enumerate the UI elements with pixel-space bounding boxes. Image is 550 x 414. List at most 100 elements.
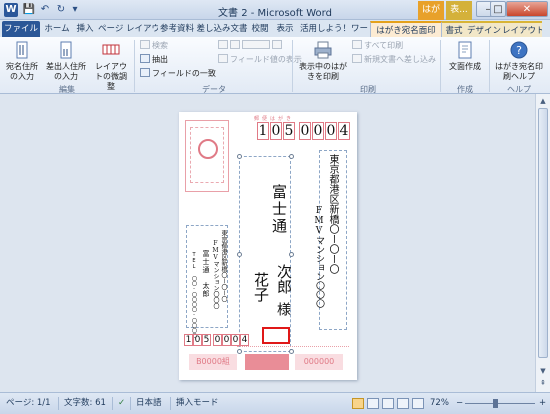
postcard-page[interactable]: 郵便はがき 1 0 5 0 0 0 4 東京都港区新橋〇ー〇ー〇 FMVマンショ… bbox=[179, 112, 357, 380]
zoom-slider[interactable] bbox=[465, 403, 535, 404]
scroll-thumb[interactable] bbox=[538, 108, 548, 358]
tab-katsuyo[interactable]: 活用しよう！ワー bbox=[298, 21, 370, 37]
create-text-button[interactable]: 文面作成 bbox=[444, 40, 486, 72]
qat-dropdown-icon[interactable]: ▾ bbox=[68, 3, 82, 17]
scroll-up-icon[interactable]: ▲ bbox=[538, 96, 548, 106]
status-divider bbox=[112, 397, 113, 410]
tab-file[interactable]: ファイル bbox=[2, 21, 40, 37]
sender-postal-digit: 5 bbox=[202, 334, 211, 346]
merge-document-icon bbox=[352, 54, 362, 63]
resize-handle[interactable] bbox=[289, 252, 294, 257]
web-layout-view-icon[interactable] bbox=[382, 398, 394, 409]
title-bar: W 💾 ↶ ↻ ▾ 文書 2 - Microsoft Word はが 表... … bbox=[0, 0, 550, 20]
recipient-address-input-button[interactable]: 宛名住所の入力 bbox=[4, 40, 40, 82]
postal-digit: 0 bbox=[312, 122, 324, 140]
stamp-area bbox=[185, 120, 229, 192]
redo-icon[interactable]: ↻ bbox=[54, 3, 68, 17]
merge-new-document-button[interactable]: 新規文書へ差し込み bbox=[352, 54, 436, 65]
sender-postal-digit: 0 bbox=[222, 334, 231, 346]
status-bar: ページ: 1/1 文字数: 61 ✓ 日本語 挿入モード 72% − + bbox=[0, 392, 550, 414]
maximize-button[interactable]: □ bbox=[490, 1, 506, 17]
sender-postal-digit: 0 bbox=[231, 334, 240, 346]
sender-postal-digit: 4 bbox=[240, 334, 249, 346]
lottery-group-number: B0000組 bbox=[189, 354, 237, 370]
sender-address: 東京都港区新橋〇ー〇ー〇 bbox=[220, 230, 227, 302]
tab-mailings[interactable]: 差し込み文書 bbox=[196, 21, 248, 37]
extract-label: 抽出 bbox=[152, 55, 168, 64]
insert-mode-indicator[interactable]: 挿入モード bbox=[176, 393, 219, 414]
field-match-icon bbox=[140, 68, 150, 77]
previous-page-icon[interactable]: ⇞ bbox=[538, 378, 548, 388]
draft-view-icon[interactable] bbox=[412, 398, 424, 409]
recipient-address-input-label: 宛名住所の入力 bbox=[6, 62, 38, 81]
word-app-icon[interactable]: W bbox=[4, 3, 18, 17]
resize-handle[interactable] bbox=[237, 252, 242, 257]
extract-button[interactable]: 抽出 bbox=[140, 54, 168, 65]
resize-handle[interactable] bbox=[237, 154, 242, 159]
word-count[interactable]: 文字数: 61 bbox=[64, 393, 106, 414]
lottery-logo bbox=[245, 354, 289, 370]
save-icon[interactable]: 💾 bbox=[22, 3, 36, 17]
tab-page-layout[interactable]: ページ レイアウト bbox=[98, 21, 158, 37]
print-all-icon bbox=[352, 40, 362, 49]
tab-view[interactable]: 表示 bbox=[272, 21, 298, 37]
field-match-button[interactable]: フィールドの一致 bbox=[140, 68, 216, 79]
create-text-label: 文面作成 bbox=[449, 62, 481, 71]
sender-address-input-button[interactable]: 差出人住所の入力 bbox=[44, 40, 88, 82]
address-card-icon bbox=[16, 41, 28, 59]
print-layout-view-icon[interactable] bbox=[352, 398, 364, 409]
tab-home[interactable]: ホーム bbox=[42, 21, 72, 37]
svg-text:?: ? bbox=[516, 44, 522, 57]
proofing-icon[interactable]: ✓ bbox=[118, 393, 125, 414]
sender-postal-digit: 1 bbox=[184, 334, 193, 346]
recipient-family-name: 富士通 bbox=[270, 184, 288, 235]
next-record-icon bbox=[272, 40, 282, 49]
field-match-label: フィールドの一致 bbox=[152, 69, 216, 78]
recipient-address-line-1: 東京都港区新橋〇ー〇ー〇 bbox=[327, 154, 338, 274]
close-button[interactable]: ✕ bbox=[506, 1, 548, 17]
hagaki-help-button[interactable]: ? はがき宛名印刷ヘルプ bbox=[492, 40, 546, 82]
layout-adjust-icon bbox=[102, 44, 120, 55]
sender-name: 富士通 太郎 bbox=[202, 250, 210, 298]
tab-format[interactable]: 書式 bbox=[442, 21, 466, 37]
search-button[interactable]: 検索 bbox=[140, 40, 168, 51]
status-divider bbox=[170, 397, 171, 410]
tab-hagaki-address[interactable]: はがき宛名面印 bbox=[370, 21, 442, 37]
recipient-given-name-2: 花子 bbox=[252, 272, 270, 302]
print-all-label: すべて印刷 bbox=[364, 41, 404, 50]
sender-postal-digit: 0 bbox=[213, 334, 222, 346]
search-icon bbox=[140, 40, 150, 49]
tab-layout[interactable]: レイアウト bbox=[502, 21, 542, 37]
resize-handle[interactable] bbox=[289, 154, 294, 159]
window-title: 文書 2 - Microsoft Word bbox=[218, 8, 332, 19]
outline-view-icon[interactable] bbox=[397, 398, 409, 409]
print-all-button[interactable]: すべて印刷 bbox=[352, 40, 403, 51]
document-workspace[interactable]: 郵便はがき 1 0 5 0 0 0 4 東京都港区新橋〇ー〇ー〇 FMVマンショ… bbox=[0, 94, 535, 392]
vertical-scrollbar[interactable]: ▲ ▼ ⇞ bbox=[535, 94, 550, 392]
merge-new-document-label: 新規文書へ差し込み bbox=[364, 55, 436, 64]
field-display-button[interactable]: フィールド値の表示 bbox=[218, 54, 302, 65]
document-create-icon bbox=[458, 41, 472, 59]
scroll-down-icon[interactable]: ▼ bbox=[538, 366, 548, 376]
print-shown-postcard-button[interactable]: 表示中のはがきを印刷 bbox=[298, 40, 348, 82]
zoom-level[interactable]: 72% bbox=[430, 393, 449, 414]
record-number-field[interactable] bbox=[242, 40, 270, 49]
tab-design[interactable]: デザイン bbox=[466, 21, 502, 37]
tab-review[interactable]: 校閲 bbox=[248, 21, 272, 37]
tab-insert[interactable]: 挿入 bbox=[73, 21, 97, 37]
first-record-icon bbox=[218, 40, 228, 49]
undo-icon[interactable]: ↶ bbox=[38, 3, 52, 17]
group-divider bbox=[440, 40, 441, 92]
help-icon: ? bbox=[510, 41, 528, 59]
language-indicator[interactable]: 日本語 bbox=[136, 393, 162, 414]
full-screen-view-icon[interactable] bbox=[367, 398, 379, 409]
page-indicator[interactable]: ページ: 1/1 bbox=[6, 393, 51, 414]
status-divider bbox=[130, 397, 131, 410]
zoom-slider-thumb[interactable] bbox=[493, 399, 498, 408]
zoom-out-button[interactable]: − bbox=[456, 393, 463, 414]
hagaki-help-label: はがき宛名印刷ヘルプ bbox=[495, 62, 543, 81]
tab-references[interactable]: 参考資料 bbox=[158, 21, 196, 37]
filter-icon bbox=[140, 54, 150, 63]
zoom-in-button[interactable]: + bbox=[539, 393, 546, 414]
record-navigation[interactable] bbox=[218, 40, 284, 51]
